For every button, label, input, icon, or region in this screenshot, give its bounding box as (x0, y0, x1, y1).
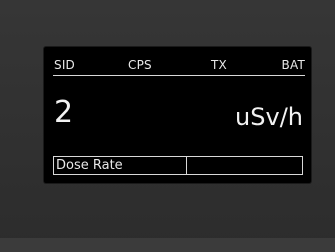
mode-bar: Dose Rate (53, 156, 303, 175)
cps-label: CPS (128, 58, 152, 72)
device-body: SID CPS TX BAT 2 uSv/h Dose Rate (0, 0, 335, 252)
reading-value: 2 (54, 95, 74, 130)
sid-label: SID (54, 58, 75, 72)
battery-label: BAT (281, 58, 305, 72)
status-bar: SID CPS TX BAT (54, 57, 305, 73)
mode-label: Dose Rate (56, 158, 123, 173)
mode-bar-divider (186, 157, 187, 174)
tx-label: TX (211, 58, 227, 72)
display-screen: SID CPS TX BAT 2 uSv/h Dose Rate (44, 47, 311, 183)
status-divider (53, 75, 305, 76)
device-bottom-edge (0, 238, 335, 252)
reading-unit: uSv/h (235, 103, 303, 131)
